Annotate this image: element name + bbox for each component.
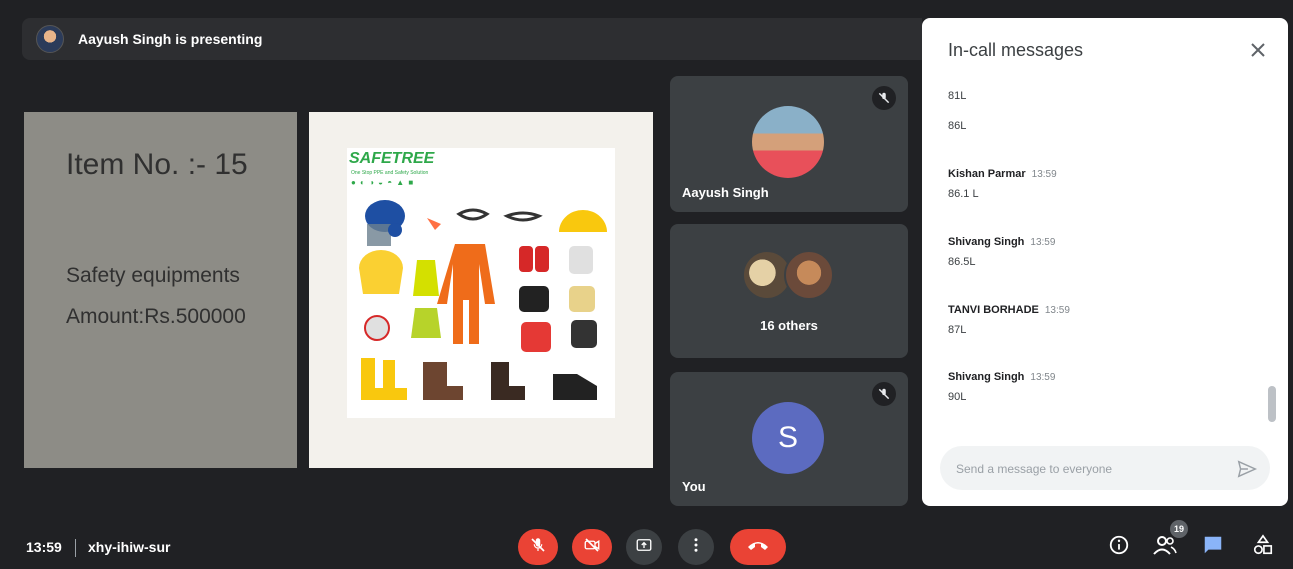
presenter-avatar-photo (752, 106, 824, 178)
chat-message-header: TANVI BORHADE 13:59 (948, 304, 1070, 316)
mic-muted-icon (872, 382, 896, 406)
more-options-button[interactable] (678, 529, 714, 565)
slide-text-panel: Item No. :- 15 Safety equipments Amount:… (24, 112, 297, 468)
message-time: 13:59 (1030, 237, 1056, 248)
presenting-bar: Aayush Singh is presenting (22, 18, 922, 60)
chat-message: 81L (948, 90, 967, 102)
face-shield-icon (367, 224, 391, 246)
message-time: 13:59 (1031, 169, 1057, 180)
chat-button[interactable] (1200, 534, 1226, 560)
ppe-items-illustration (359, 200, 607, 400)
present-screen-icon (635, 536, 653, 559)
reflective-vest-icon (413, 260, 439, 296)
red-glove-icon-2 (535, 246, 549, 272)
mic-off-icon (529, 536, 547, 559)
chat-panel-title: In-call messages (948, 40, 1084, 60)
message-sender: TANVI BORHADE (948, 304, 1039, 316)
close-icon[interactable] (1246, 38, 1270, 62)
info-icon (1108, 534, 1130, 561)
people-icon (1153, 534, 1177, 561)
in-call-messages-panel: In-call messages 81L 86L Kishan Parmar 13… (922, 18, 1288, 506)
self-avatar: S (752, 402, 824, 474)
participant-tile-self[interactable]: S You (670, 372, 908, 506)
chat-input-container (940, 446, 1270, 490)
black-shoe-icon (491, 362, 525, 400)
slide-amount: Amount:Rs.500000 (66, 305, 246, 328)
black-safety-shoe-icon (553, 374, 597, 400)
meeting-clock: 13:59 (26, 539, 62, 555)
chat-message: 87L (948, 324, 967, 336)
mic-toggle-button[interactable] (518, 529, 558, 565)
chat-message: 86L (948, 120, 967, 132)
brown-boot-icon (423, 362, 463, 400)
chat-message-input[interactable] (954, 458, 1228, 480)
presenter-avatar (36, 25, 64, 53)
green-vest-icon (411, 308, 441, 338)
end-call-icon (746, 537, 770, 558)
activities-icon (1252, 533, 1274, 561)
presenting-label: Aayush Singh is presenting (78, 31, 263, 47)
ear-plug-icon (427, 218, 441, 230)
leather-glove-icon (569, 286, 595, 312)
message-sender: Kishan Parmar (948, 168, 1026, 180)
black-glove-icon (519, 286, 549, 312)
chat-message: 86.1 L (948, 188, 979, 200)
orange-coverall-icon (437, 244, 495, 344)
safety-glasses-icon (503, 211, 543, 222)
chat-message-header: Kishan Parmar 13:59 (948, 168, 1057, 180)
participant-tile-others[interactable]: 16 others (670, 224, 908, 358)
red-glove-icon-3 (521, 322, 551, 352)
more-options-icon (687, 536, 705, 559)
ear-muff-icon (388, 223, 402, 237)
white-glove-icon (569, 246, 593, 274)
respirator-mask-icon (364, 315, 390, 341)
presenter-name: Aayush Singh (682, 185, 769, 200)
message-sender: Shivang Singh (948, 236, 1025, 248)
yellow-gumboot-icon (361, 358, 407, 400)
yellow-hard-hat-icon (559, 210, 607, 232)
message-time: 13:59 (1044, 305, 1070, 316)
leave-call-button[interactable] (730, 529, 786, 565)
red-glove-icon (519, 246, 533, 272)
send-icon[interactable] (1236, 458, 1258, 480)
present-now-button[interactable] (626, 529, 662, 565)
safety-equipment-catalog-image: SAFETREE One Stop PPE and Safety Solutio… (347, 148, 615, 418)
grip-glove-icon (571, 320, 597, 348)
chat-message-header: Shivang Singh 13:59 (948, 236, 1055, 248)
message-sender: Shivang Singh (948, 371, 1025, 383)
chat-scrollbar[interactable] (1268, 386, 1276, 422)
participant-tile-presenter[interactable]: Aayush Singh (670, 76, 908, 212)
others-count-label: 16 others (760, 318, 818, 333)
meeting-code: xhy-ihiw-sur (88, 539, 171, 555)
divider (75, 539, 76, 557)
chat-message: 90L (948, 391, 967, 403)
activities-button[interactable] (1250, 533, 1276, 561)
chat-message: 86.5L (948, 256, 976, 268)
mic-muted-icon (872, 86, 896, 110)
welding-shield-icon (359, 250, 403, 294)
slide-image-panel: SAFETREE One Stop PPE and Safety Solutio… (309, 112, 653, 468)
chat-message-header: Shivang Singh 13:59 (948, 371, 1055, 383)
other-participant-avatar-2 (784, 250, 834, 300)
self-name: You (682, 479, 706, 494)
slide-item-number: Item No. :- 15 (66, 148, 248, 181)
camera-toggle-button[interactable] (572, 529, 612, 565)
message-time: 13:59 (1030, 372, 1056, 383)
camera-off-icon (583, 536, 601, 559)
goggles-icon (456, 208, 490, 221)
meeting-controls-bar: 13:59 xhy-ihiw-sur 19 (0, 520, 1293, 569)
slide-subtitle: Safety equipments (66, 264, 240, 287)
meeting-details-button[interactable] (1106, 534, 1132, 560)
people-count-badge: 19 (1170, 520, 1188, 538)
people-button[interactable] (1152, 534, 1178, 560)
chat-icon (1202, 534, 1224, 561)
